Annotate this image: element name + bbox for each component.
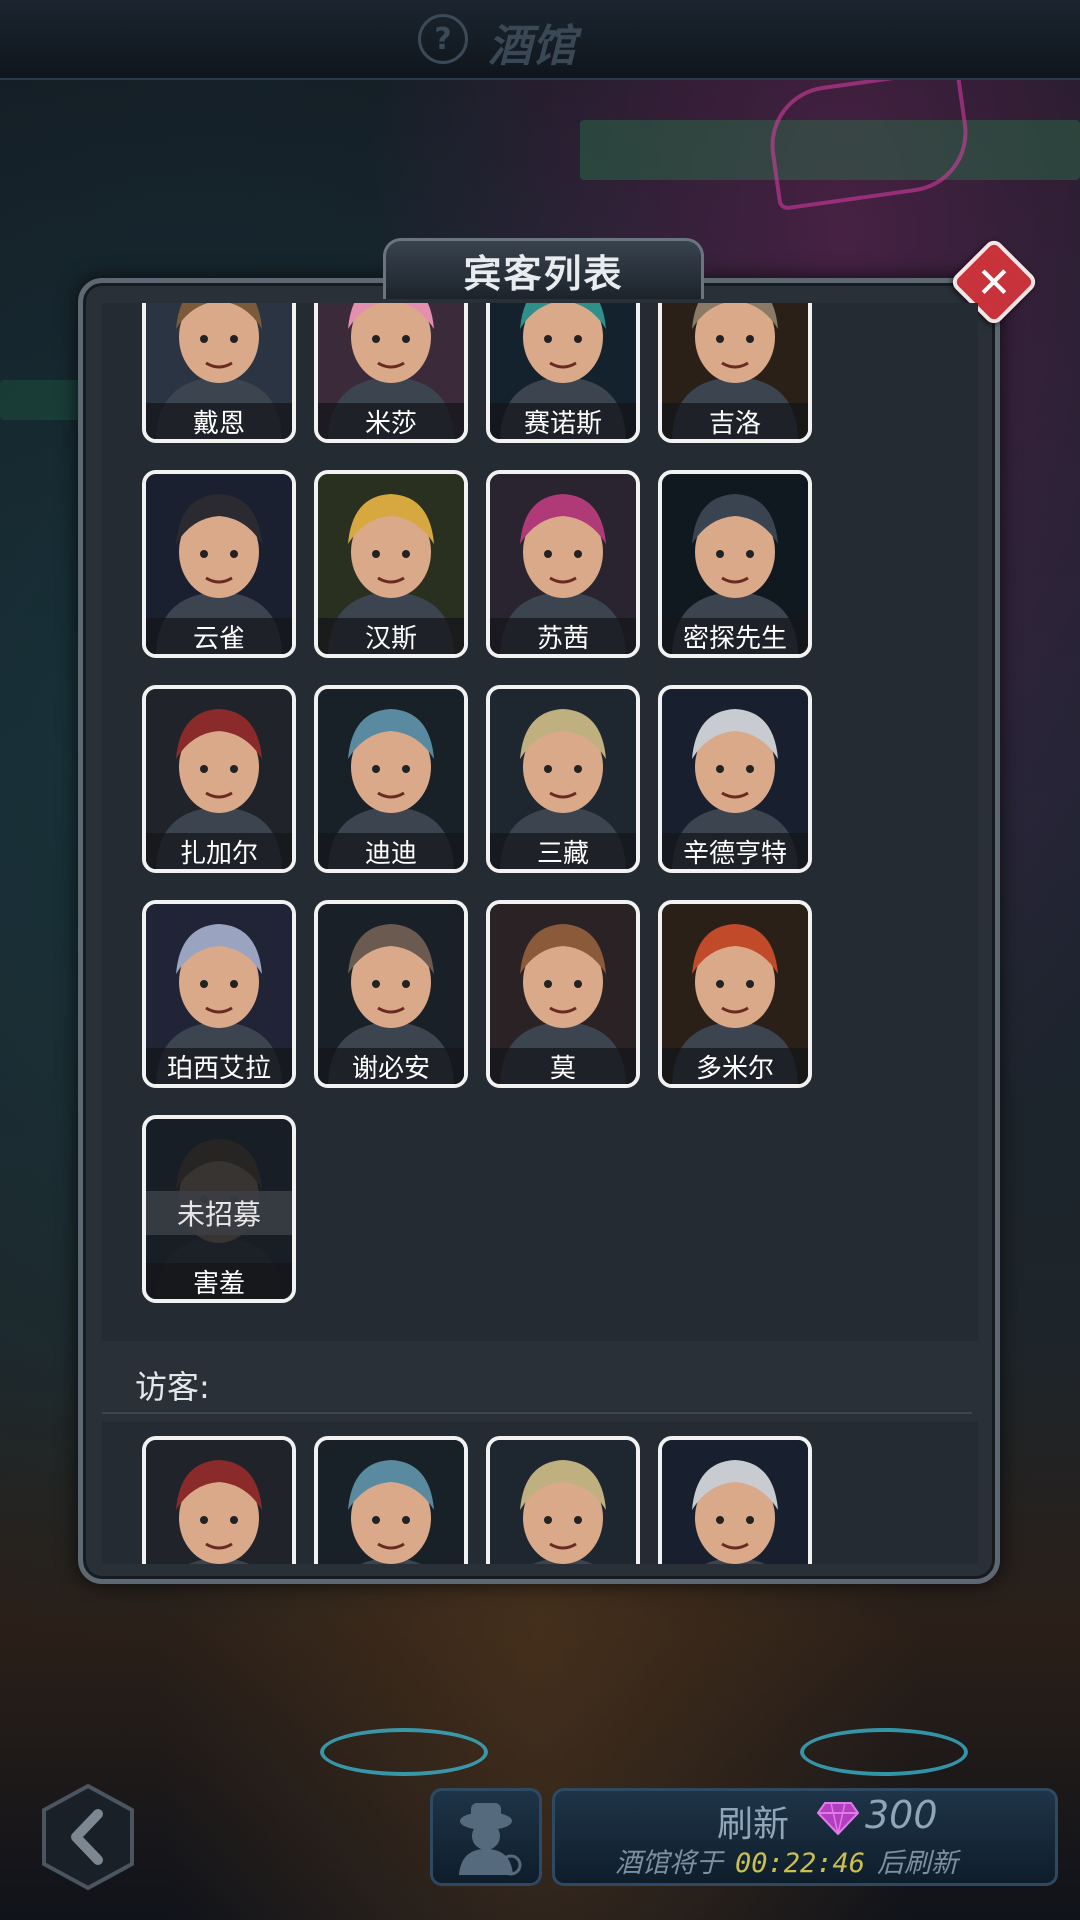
refresh-button[interactable]: 刷新 300 酒馆将于 00:22:46 后刷新 [552,1788,1058,1886]
dialog-title: 宾客列表 [383,238,704,299]
guest-card[interactable]: 苏茜 [486,470,640,658]
guest-card[interactable]: 吉洛 [658,303,812,443]
screen-title: 酒馆 [488,21,576,72]
guest-name: 云雀 [146,618,292,654]
guest-name: 戴恩 [146,403,292,439]
refresh-cost: 300 [865,1793,938,1837]
guest-name: 扎加尔 [146,833,292,869]
guest-card[interactable]: 谢必安 [314,900,468,1088]
guest-card[interactable]: 未招募 害羞 [142,1115,296,1303]
guest-name: 赛诺斯 [490,403,636,439]
guest-grid[interactable]: 戴恩 米莎 赛诺斯 吉洛 云雀 汉斯 苏茜 密探先生 扎加尔 迪迪 三藏 辛德亨… [102,303,978,1341]
guest-card[interactable]: 扎加尔 [142,685,296,873]
refresh-suffix: 后刷新 [877,1848,959,1879]
guest-card[interactable]: 迪迪 [314,685,468,873]
guest-name: 谢必安 [318,1048,464,1084]
help-icon[interactable]: ? [418,14,468,64]
refresh-label: 刷新 [717,1804,790,1845]
not-recruited-label: 未招募 [146,1191,292,1235]
guest-card[interactable]: 密探先生 [658,470,812,658]
neon-sign [762,66,976,212]
visitor-card[interactable] [314,1436,468,1564]
guest-name: 吉洛 [662,403,808,439]
guest-name: 米莎 [318,403,464,439]
refresh-timer: 00:22:46 [735,1848,866,1879]
section-divider [102,1412,972,1414]
guest-name: 迪迪 [318,833,464,869]
refresh-countdown: 酒馆将于 00:22:46 后刷新 [615,1841,958,1880]
back-button[interactable] [38,1782,138,1892]
guest-name: 汉斯 [318,618,464,654]
guest-card[interactable]: 莫 [486,900,640,1088]
refresh-prefix: 酒馆将于 [615,1848,723,1879]
bar-shelf-left [0,380,90,420]
guest-card[interactable]: 云雀 [142,470,296,658]
guest-card[interactable]: 辛德亨特 [658,685,812,873]
guest-card[interactable]: 多米尔 [658,900,812,1088]
guest-name: 密探先生 [662,618,808,654]
gem-icon [817,1802,859,1835]
guest-name: 莫 [490,1048,636,1084]
guest-name: 多米尔 [662,1048,808,1084]
top-bar: ? 酒馆 [0,0,1080,80]
guest-name: 三藏 [490,833,636,869]
floor-light-left [320,1728,488,1776]
guest-card[interactable]: 汉斯 [314,470,468,658]
close-icon: ✕ [976,257,1012,307]
guest-card[interactable]: 米莎 [314,303,468,443]
spy-icon [459,1803,522,1876]
floor-light-right [800,1728,968,1776]
guest-card[interactable]: 三藏 [486,685,640,873]
spy-button[interactable] [430,1788,542,1886]
visitor-card[interactable] [658,1436,812,1564]
guest-name: 珀西艾拉 [146,1048,292,1084]
guest-card[interactable]: 戴恩 [142,303,296,443]
guest-card[interactable]: 珀西艾拉 [142,900,296,1088]
visitor-label: 访客: [135,1368,210,1406]
visitor-card[interactable] [486,1436,640,1564]
back-arrow-icon [42,1783,134,1891]
guest-card[interactable]: 赛诺斯 [486,303,640,443]
visitor-grid[interactable] [102,1422,978,1564]
guest-name: 苏茜 [490,618,636,654]
visitor-card[interactable] [142,1436,296,1564]
guest-name: 辛德亨特 [662,833,808,869]
guest-name: 害羞 [146,1263,292,1299]
